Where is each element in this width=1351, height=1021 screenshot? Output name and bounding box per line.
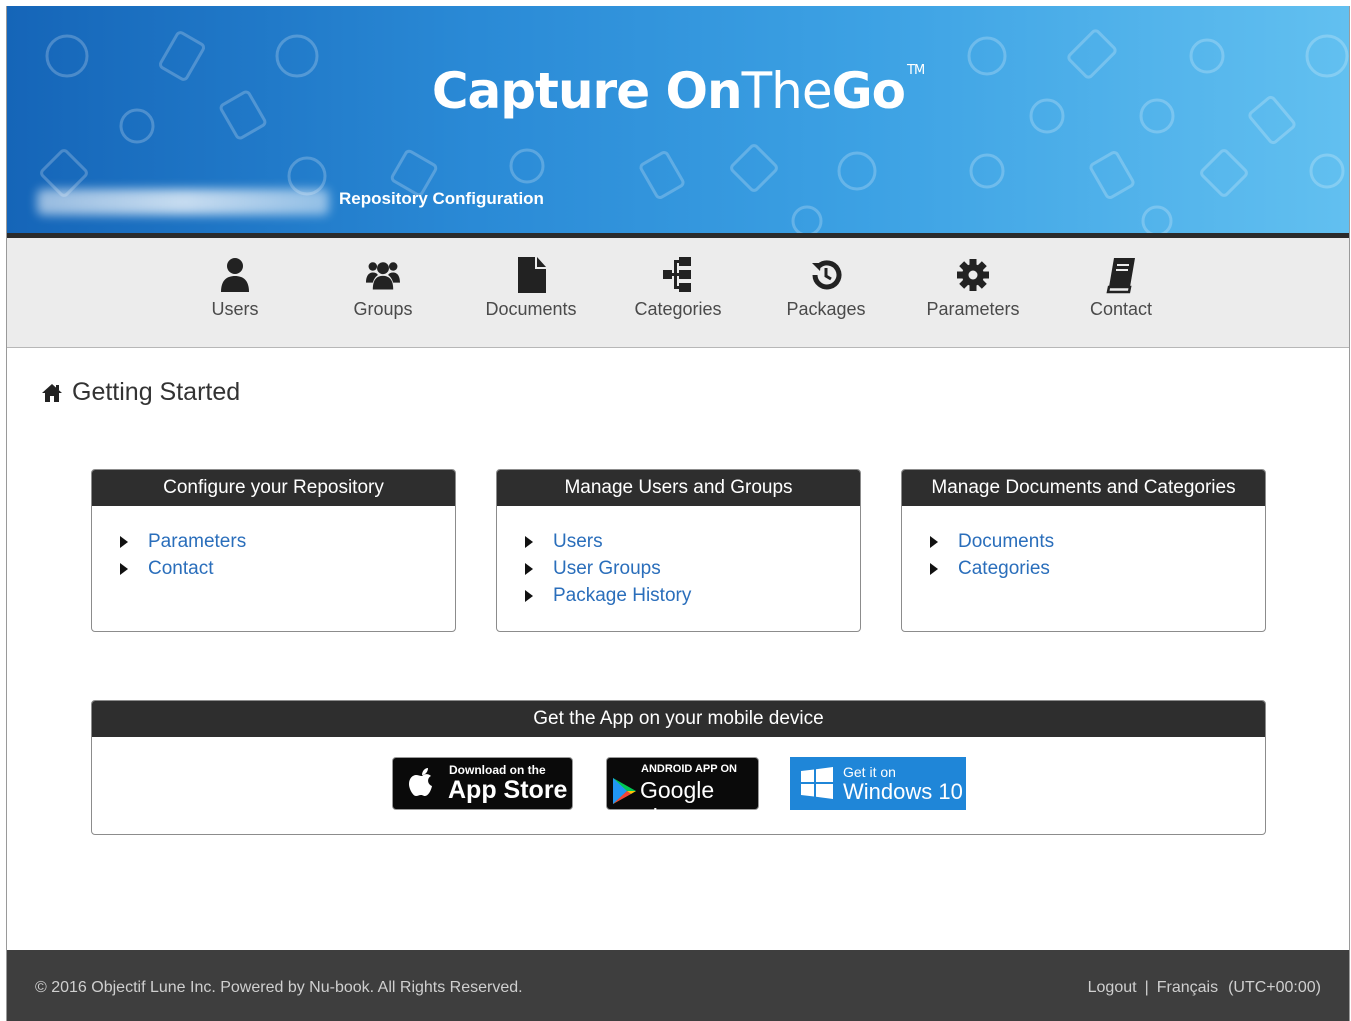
logo-text-bold: Capture On [431, 62, 743, 120]
link-parameters[interactable]: Parameters [148, 531, 246, 553]
link-documents[interactable]: Documents [958, 531, 1054, 553]
nav-item-groups[interactable]: Groups [318, 256, 448, 320]
google-play-small-text: ANDROID APP ON [641, 763, 737, 775]
caret-right-icon [930, 562, 938, 575]
list-item: Users [525, 528, 860, 555]
list-item: Contact [120, 555, 455, 582]
caret-right-icon [525, 535, 533, 548]
google-play-icon [613, 778, 636, 804]
google-play-badge[interactable]: ANDROID APP ON Google play [606, 757, 759, 830]
windows-small-text: Get it on [843, 764, 896, 780]
panel-manage-users-groups: Manage Users and Groups Users User Group… [496, 469, 861, 632]
windows-big-text: Windows 10 [843, 779, 963, 804]
page-subtitle: Repository Configuration [339, 189, 544, 208]
panel-title: Get the App on your mobile device [92, 701, 1265, 737]
sitemap-icon [663, 257, 691, 292]
nav-label-parameters: Parameters [926, 299, 1020, 319]
file-icon [518, 257, 546, 293]
link-contact[interactable]: Contact [148, 558, 213, 580]
users-icon [366, 262, 400, 290]
breadcrumb: Getting Started [41, 378, 240, 407]
user-icon [221, 258, 249, 292]
list-item: User Groups [525, 555, 860, 582]
panel-title: Configure your Repository [92, 470, 455, 506]
book-icon [1106, 258, 1135, 294]
link-list: Users User Groups Package History [497, 506, 860, 609]
link-user-groups[interactable]: User Groups [553, 558, 661, 580]
list-item: Documents [930, 528, 1265, 555]
windows-icon [801, 767, 833, 799]
copyright-text: © 2016 Objectif Lune Inc. Powered by Nu-… [35, 979, 523, 996]
gear-icon [957, 259, 989, 291]
page-frame: Capture OnTheGo TM Repository Configurati… [6, 6, 1350, 1021]
link-package-history[interactable]: Package History [553, 585, 691, 607]
app-logo: Capture OnTheGo TM [7, 62, 1349, 120]
panel-configure-repository: Configure your Repository Parameters Con… [91, 469, 456, 632]
timezone-text: (UTC+00:00) [1228, 979, 1321, 996]
link-list: Parameters Contact [92, 506, 455, 582]
language-link[interactable]: Français [1157, 979, 1218, 996]
nav-label-groups: Groups [353, 299, 413, 319]
logo-trademark: TM [907, 63, 925, 78]
blurred-user-info [37, 189, 329, 215]
caret-right-icon [525, 562, 533, 575]
apple-icon [409, 768, 432, 796]
app-store-small-text: Download on the [449, 763, 546, 777]
nav-label-documents: Documents [485, 299, 577, 319]
caret-right-icon [120, 535, 128, 548]
home-icon [42, 383, 62, 402]
link-list: Documents Categories [902, 506, 1265, 582]
list-item: Package History [525, 582, 860, 609]
list-item: Categories [930, 555, 1265, 582]
caret-right-icon [525, 589, 533, 602]
windows-store-badge[interactable]: Get it on Windows 10 [790, 757, 966, 810]
panel-get-app: Get the App on your mobile device Downlo… [91, 700, 1266, 835]
list-item: Parameters [120, 528, 455, 555]
caret-right-icon [120, 562, 128, 575]
link-users[interactable]: Users [553, 531, 603, 553]
nav-item-parameters[interactable]: Parameters [908, 256, 1038, 320]
nav-item-packages[interactable]: Packages [761, 256, 891, 320]
footer-links: Logout | Français (UTC+00:00) [1088, 979, 1321, 997]
panel-manage-documents-categories: Manage Documents and Categories Document… [901, 469, 1266, 632]
app-store-badge[interactable]: Download on the App Store [392, 757, 573, 810]
nav-label-packages: Packages [786, 299, 866, 319]
footer: © 2016 Objectif Lune Inc. Powered by Nu-… [7, 950, 1349, 1021]
panel-title: Manage Documents and Categories [902, 470, 1265, 506]
link-categories[interactable]: Categories [958, 558, 1050, 580]
panel-title: Manage Users and Groups [497, 470, 860, 506]
nav-label-users: Users [211, 299, 259, 319]
nav-label-contact: Contact [1089, 299, 1153, 319]
nav-label-categories: Categories [634, 299, 722, 319]
app-store-big-text: App Store [448, 776, 568, 804]
header-banner: Capture OnTheGo TM Repository Configurati… [7, 6, 1349, 233]
logo-text-thin: The [741, 62, 833, 120]
logo-text-end: Go [831, 62, 906, 120]
page-title: Getting Started [72, 378, 241, 406]
nav-item-users[interactable]: Users [170, 256, 300, 320]
nav-item-categories[interactable]: Categories [613, 256, 743, 320]
history-icon [812, 260, 842, 290]
google-play-big-text: Google play [640, 777, 715, 830]
main-nav: Users Groups Documents Categories Packag… [7, 238, 1349, 348]
footer-separator: | [1144, 979, 1149, 996]
logout-link[interactable]: Logout [1088, 979, 1137, 996]
caret-right-icon [930, 535, 938, 548]
nav-item-contact[interactable]: Contact [1056, 256, 1186, 320]
nav-item-documents[interactable]: Documents [466, 256, 596, 320]
